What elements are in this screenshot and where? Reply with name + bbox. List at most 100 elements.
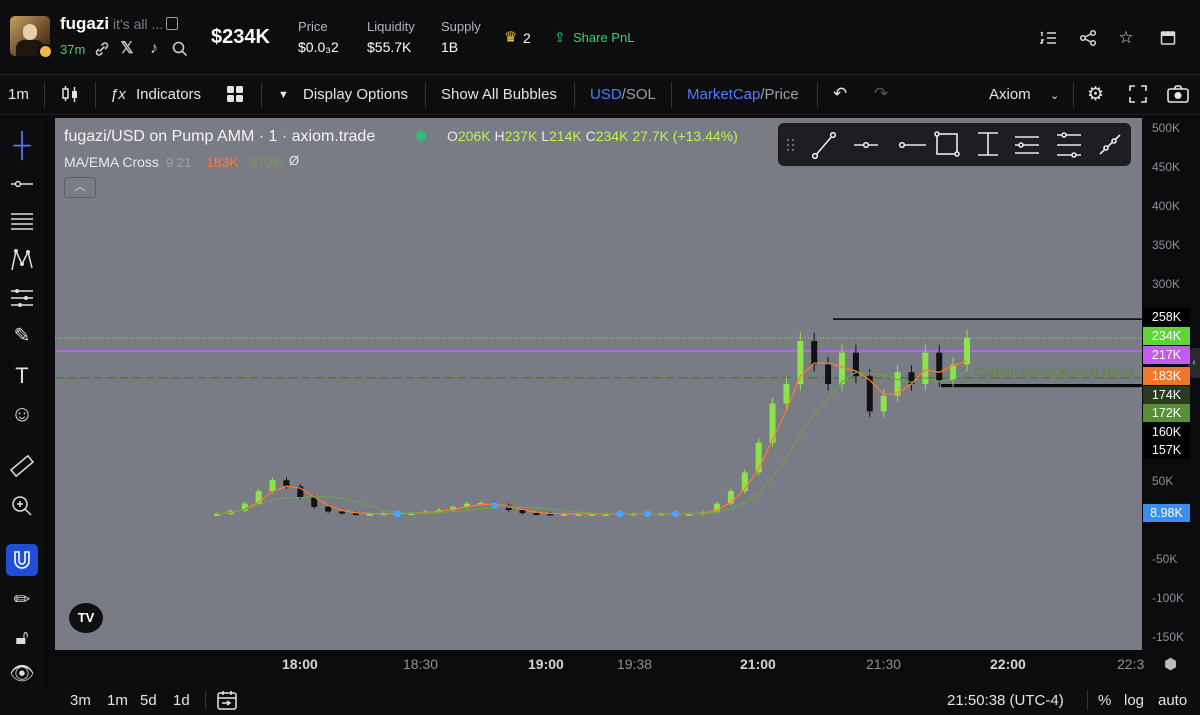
supply-value: 1B	[441, 39, 459, 55]
horizontal-ray-icon[interactable]	[8, 170, 36, 198]
price-tick: 450K	[1152, 160, 1181, 174]
toolbar-divider	[261, 82, 262, 108]
price-value: $0.0₃2	[298, 39, 339, 55]
metric-toggle[interactable]: MarketCap/Price	[687, 86, 799, 103]
percent-toggle[interactable]: %	[1098, 692, 1111, 709]
rectangle-icon	[934, 131, 960, 157]
metric-price[interactable]: /Price	[760, 86, 798, 103]
emoji-icon[interactable]: ☺	[8, 400, 36, 428]
undo-icon[interactable]: ↶	[833, 84, 847, 104]
toolbar-divider	[425, 82, 426, 108]
dropdown-caret-icon[interactable]: ▼	[278, 89, 289, 101]
ohlc-l-label: L	[541, 128, 549, 144]
indicator-name[interactable]: MA/EMA Cross	[64, 154, 159, 170]
log-toggle[interactable]: log	[1124, 692, 1144, 709]
chart-pane[interactable]	[55, 118, 1142, 650]
candles-icon[interactable]	[60, 84, 80, 109]
toolbar-divider	[671, 82, 672, 108]
tiktok-icon[interactable]: ♪	[145, 40, 163, 58]
tradingview-logo[interactable]: TV	[69, 603, 103, 633]
pattern-icon[interactable]	[8, 246, 36, 274]
horizontal-line-icon	[854, 141, 878, 149]
camera-icon[interactable]	[1166, 84, 1190, 109]
date-range-calendar-icon[interactable]	[216, 689, 238, 715]
range-1d[interactable]: 1d	[173, 692, 190, 709]
x-icon[interactable]: 𝕏	[118, 40, 136, 58]
list-icon[interactable]	[1039, 28, 1059, 48]
auto-toggle[interactable]: auto	[1158, 692, 1187, 709]
trade-bubble	[491, 501, 499, 509]
interval-selector[interactable]: 1m	[8, 86, 29, 103]
price-tick: 50K	[1152, 474, 1174, 488]
candle	[936, 352, 943, 381]
range-3m[interactable]: 3m	[70, 692, 91, 709]
chart-legend-title: fugazi/USD on Pump AMM · 1 · axiom.trade	[64, 128, 376, 145]
metric-marketcap[interactable]: MarketCap	[687, 86, 760, 103]
price-chart[interactable]	[55, 118, 1142, 650]
fib-retracement-icon[interactable]	[8, 208, 36, 236]
text-tool-icon[interactable]: T	[8, 362, 36, 390]
time-tick: 18:30	[403, 656, 439, 672]
display-options-button[interactable]: Display Options	[303, 86, 408, 103]
forecast-icon[interactable]	[8, 284, 36, 312]
show-bubbles-button[interactable]: Show All Bubbles	[441, 86, 557, 103]
brush-icon[interactable]: ✎	[8, 322, 36, 350]
layout-name[interactable]: Axiom	[989, 86, 1031, 103]
ruler-icon[interactable]	[8, 452, 36, 480]
range-1m[interactable]: 1m	[107, 692, 128, 709]
candle	[922, 352, 929, 384]
price-label-current: 8.98K	[1143, 504, 1190, 522]
currency-usd[interactable]: USD	[590, 86, 622, 103]
candle	[783, 384, 790, 404]
holders-count: 2	[523, 30, 531, 46]
collapse-legend-button[interactable]: ︿	[64, 177, 96, 198]
price-tick: 400K	[1152, 199, 1181, 213]
currency-sol[interactable]: /SOL	[622, 86, 656, 103]
search-icon[interactable]	[171, 40, 189, 58]
indicators-button[interactable]: Indicators	[136, 86, 201, 103]
window-icon[interactable]	[1158, 28, 1178, 48]
range-5d[interactable]: 5d	[140, 692, 157, 709]
indicator-hidden-icon[interactable]: Ø	[289, 153, 299, 168]
price-label-174k: 174K	[1143, 386, 1190, 404]
indicator-slow-value: 172K	[250, 154, 283, 170]
crown-icon: ♛	[504, 29, 518, 46]
axis-settings-icon[interactable]: ⬢	[1164, 655, 1177, 673]
ma-slow-line	[216, 369, 968, 515]
magnet-icon[interactable]	[8, 546, 36, 574]
candle	[269, 480, 276, 492]
share-icon[interactable]	[1078, 28, 1098, 48]
layout-dropdown-icon[interactable]: ⌄	[1050, 89, 1059, 102]
star-icon[interactable]: ☆	[1116, 28, 1136, 48]
clock-timezone[interactable]: 21:50:38 (UTC-4)	[947, 692, 1064, 709]
price-label-258k: 258K	[1143, 308, 1190, 326]
share-pnl-icon[interactable]: ⇪	[554, 29, 566, 46]
cost-basis-label: Current Average Cost Basis	[974, 364, 1135, 379]
price-tick: 350K	[1152, 238, 1181, 252]
market-cap: $234K	[211, 26, 270, 48]
supply-label: Supply	[441, 19, 481, 34]
price-tick: 300K	[1152, 277, 1181, 291]
fullscreen-icon[interactable]	[1128, 84, 1148, 109]
copy-icon[interactable]	[166, 17, 178, 30]
pencil-lock-icon[interactable]: ✏	[8, 586, 36, 614]
candle	[533, 513, 540, 516]
link-icon[interactable]	[93, 40, 111, 58]
drawing-tools-panel	[778, 123, 1131, 166]
panel-drag-handle-icon	[786, 138, 795, 152]
candle	[964, 337, 970, 365]
redo-icon[interactable]: ↷	[874, 84, 888, 104]
price-label-157k: 157K	[1143, 441, 1190, 459]
zoom-in-icon[interactable]	[8, 492, 36, 520]
indicators-fx-icon[interactable]: ƒx	[110, 86, 126, 103]
settings-gear-icon[interactable]: ⚙	[1087, 83, 1104, 106]
eye-icon[interactable]: 👁︎	[8, 660, 36, 688]
lock-icon[interactable]: 🔓︎	[8, 624, 36, 652]
layout-grid-icon[interactable]	[226, 85, 244, 108]
share-pnl-button[interactable]: Share PnL	[573, 30, 634, 45]
currency-toggle[interactable]: USD/SOL	[590, 86, 656, 103]
ma-fast-line	[216, 360, 968, 515]
candle	[325, 506, 332, 512]
price-tick: -100K	[1152, 591, 1185, 605]
crosshair-icon[interactable]: ┼	[8, 132, 36, 160]
